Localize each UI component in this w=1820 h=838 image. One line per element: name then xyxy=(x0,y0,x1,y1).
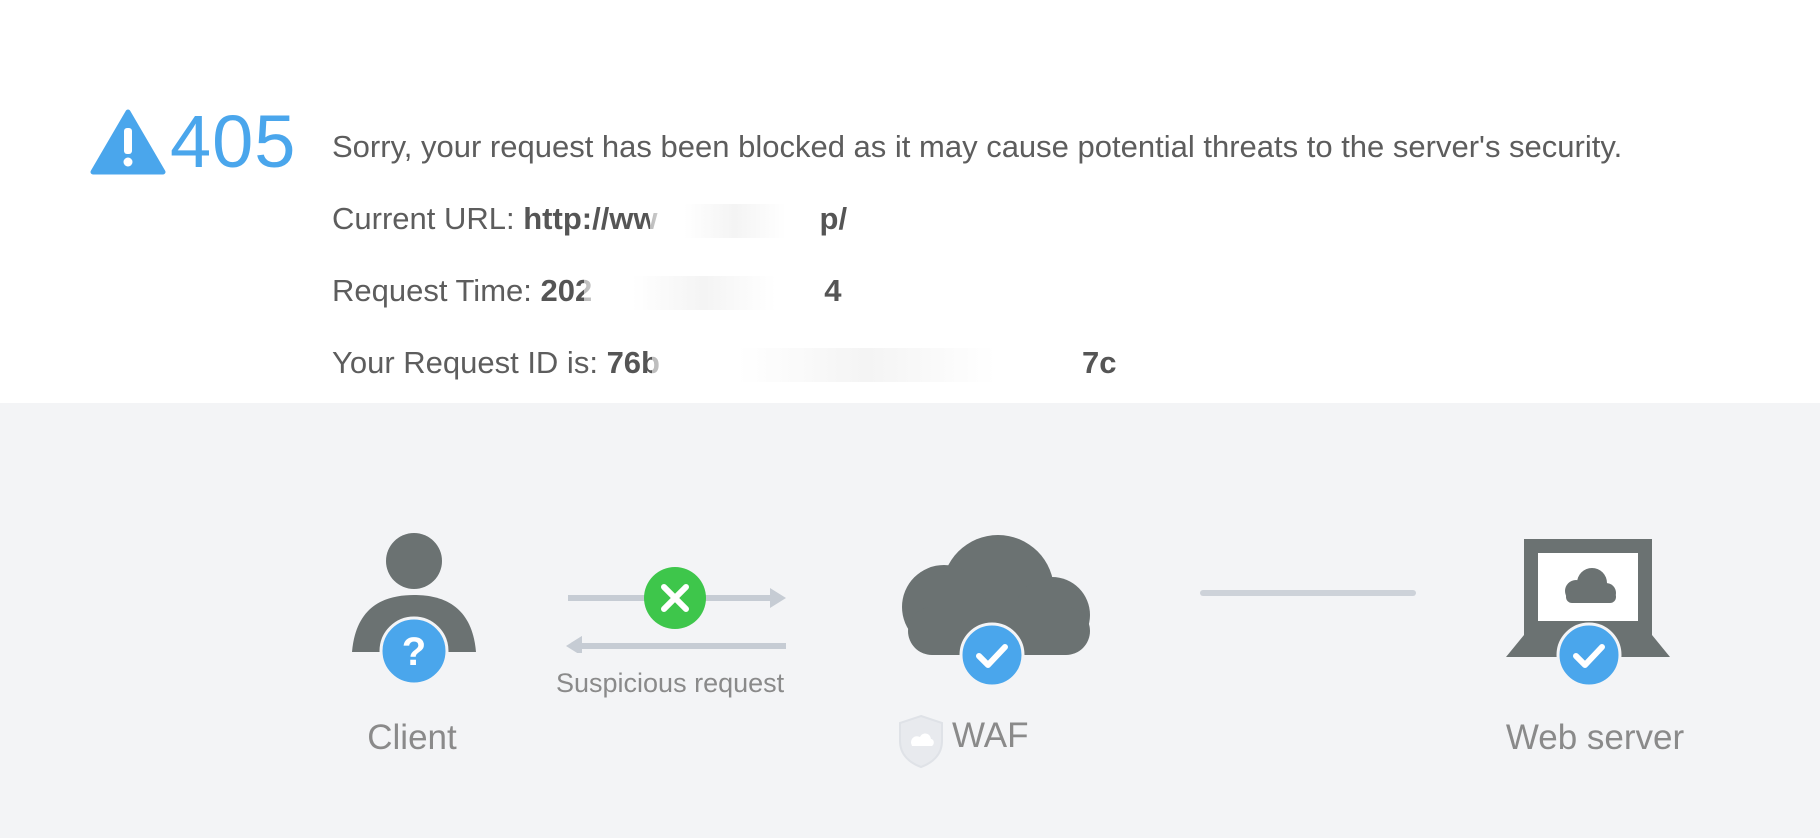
request-time-label: Request Time: xyxy=(332,273,541,308)
x-circle-icon xyxy=(644,567,706,629)
current-url-value-start: http://ww xyxy=(523,201,658,236)
error-details: Sorry, your request has been blocked as … xyxy=(332,124,1622,412)
error-page: 405 Sorry, your request has been blocked… xyxy=(0,0,1820,838)
shield-icon xyxy=(896,713,946,774)
server-node xyxy=(1504,535,1674,688)
warning-triangle-icon xyxy=(90,108,166,176)
connection-line xyxy=(1200,590,1416,596)
request-id-value-end: 7c xyxy=(1081,345,1117,380)
redacted-blur xyxy=(649,203,820,238)
flow-diagram: ? Client Suspicious request WAF Web serv… xyxy=(0,403,1820,838)
svg-text:?: ? xyxy=(402,630,426,674)
check-circle-icon xyxy=(959,622,1025,688)
error-header-section: 405 Sorry, your request has been blocked… xyxy=(0,0,1820,403)
request-time-row: Request Time: 202 4 xyxy=(332,268,1622,340)
waf-label: WAF xyxy=(952,716,1029,755)
current-url-value-end: p/ xyxy=(819,201,848,236)
check-circle-icon xyxy=(1556,622,1622,688)
current-url-label: Current URL: xyxy=(332,201,524,236)
client-label: Client xyxy=(367,718,457,757)
error-message: Sorry, your request has been blocked as … xyxy=(332,129,1623,164)
current-url-row: Current URL: http://ww p/ xyxy=(332,196,1622,268)
client-node: ? xyxy=(348,531,480,696)
request-id-label: Your Request ID is: xyxy=(332,345,607,380)
request-id-row: Your Request ID is: 76b 7c xyxy=(332,340,1622,412)
request-time-value-end: 4 xyxy=(824,273,842,308)
web-server-label: Web server xyxy=(1505,718,1685,757)
suspicious-request-label: Suspicious request xyxy=(556,668,785,698)
redacted-blur xyxy=(584,275,825,310)
question-mark-icon: ? xyxy=(379,616,449,686)
status-code-block: 405 xyxy=(90,105,296,179)
redacted-blur xyxy=(651,347,1082,382)
waf-node xyxy=(894,533,1092,688)
error-code: 405 xyxy=(170,100,297,183)
